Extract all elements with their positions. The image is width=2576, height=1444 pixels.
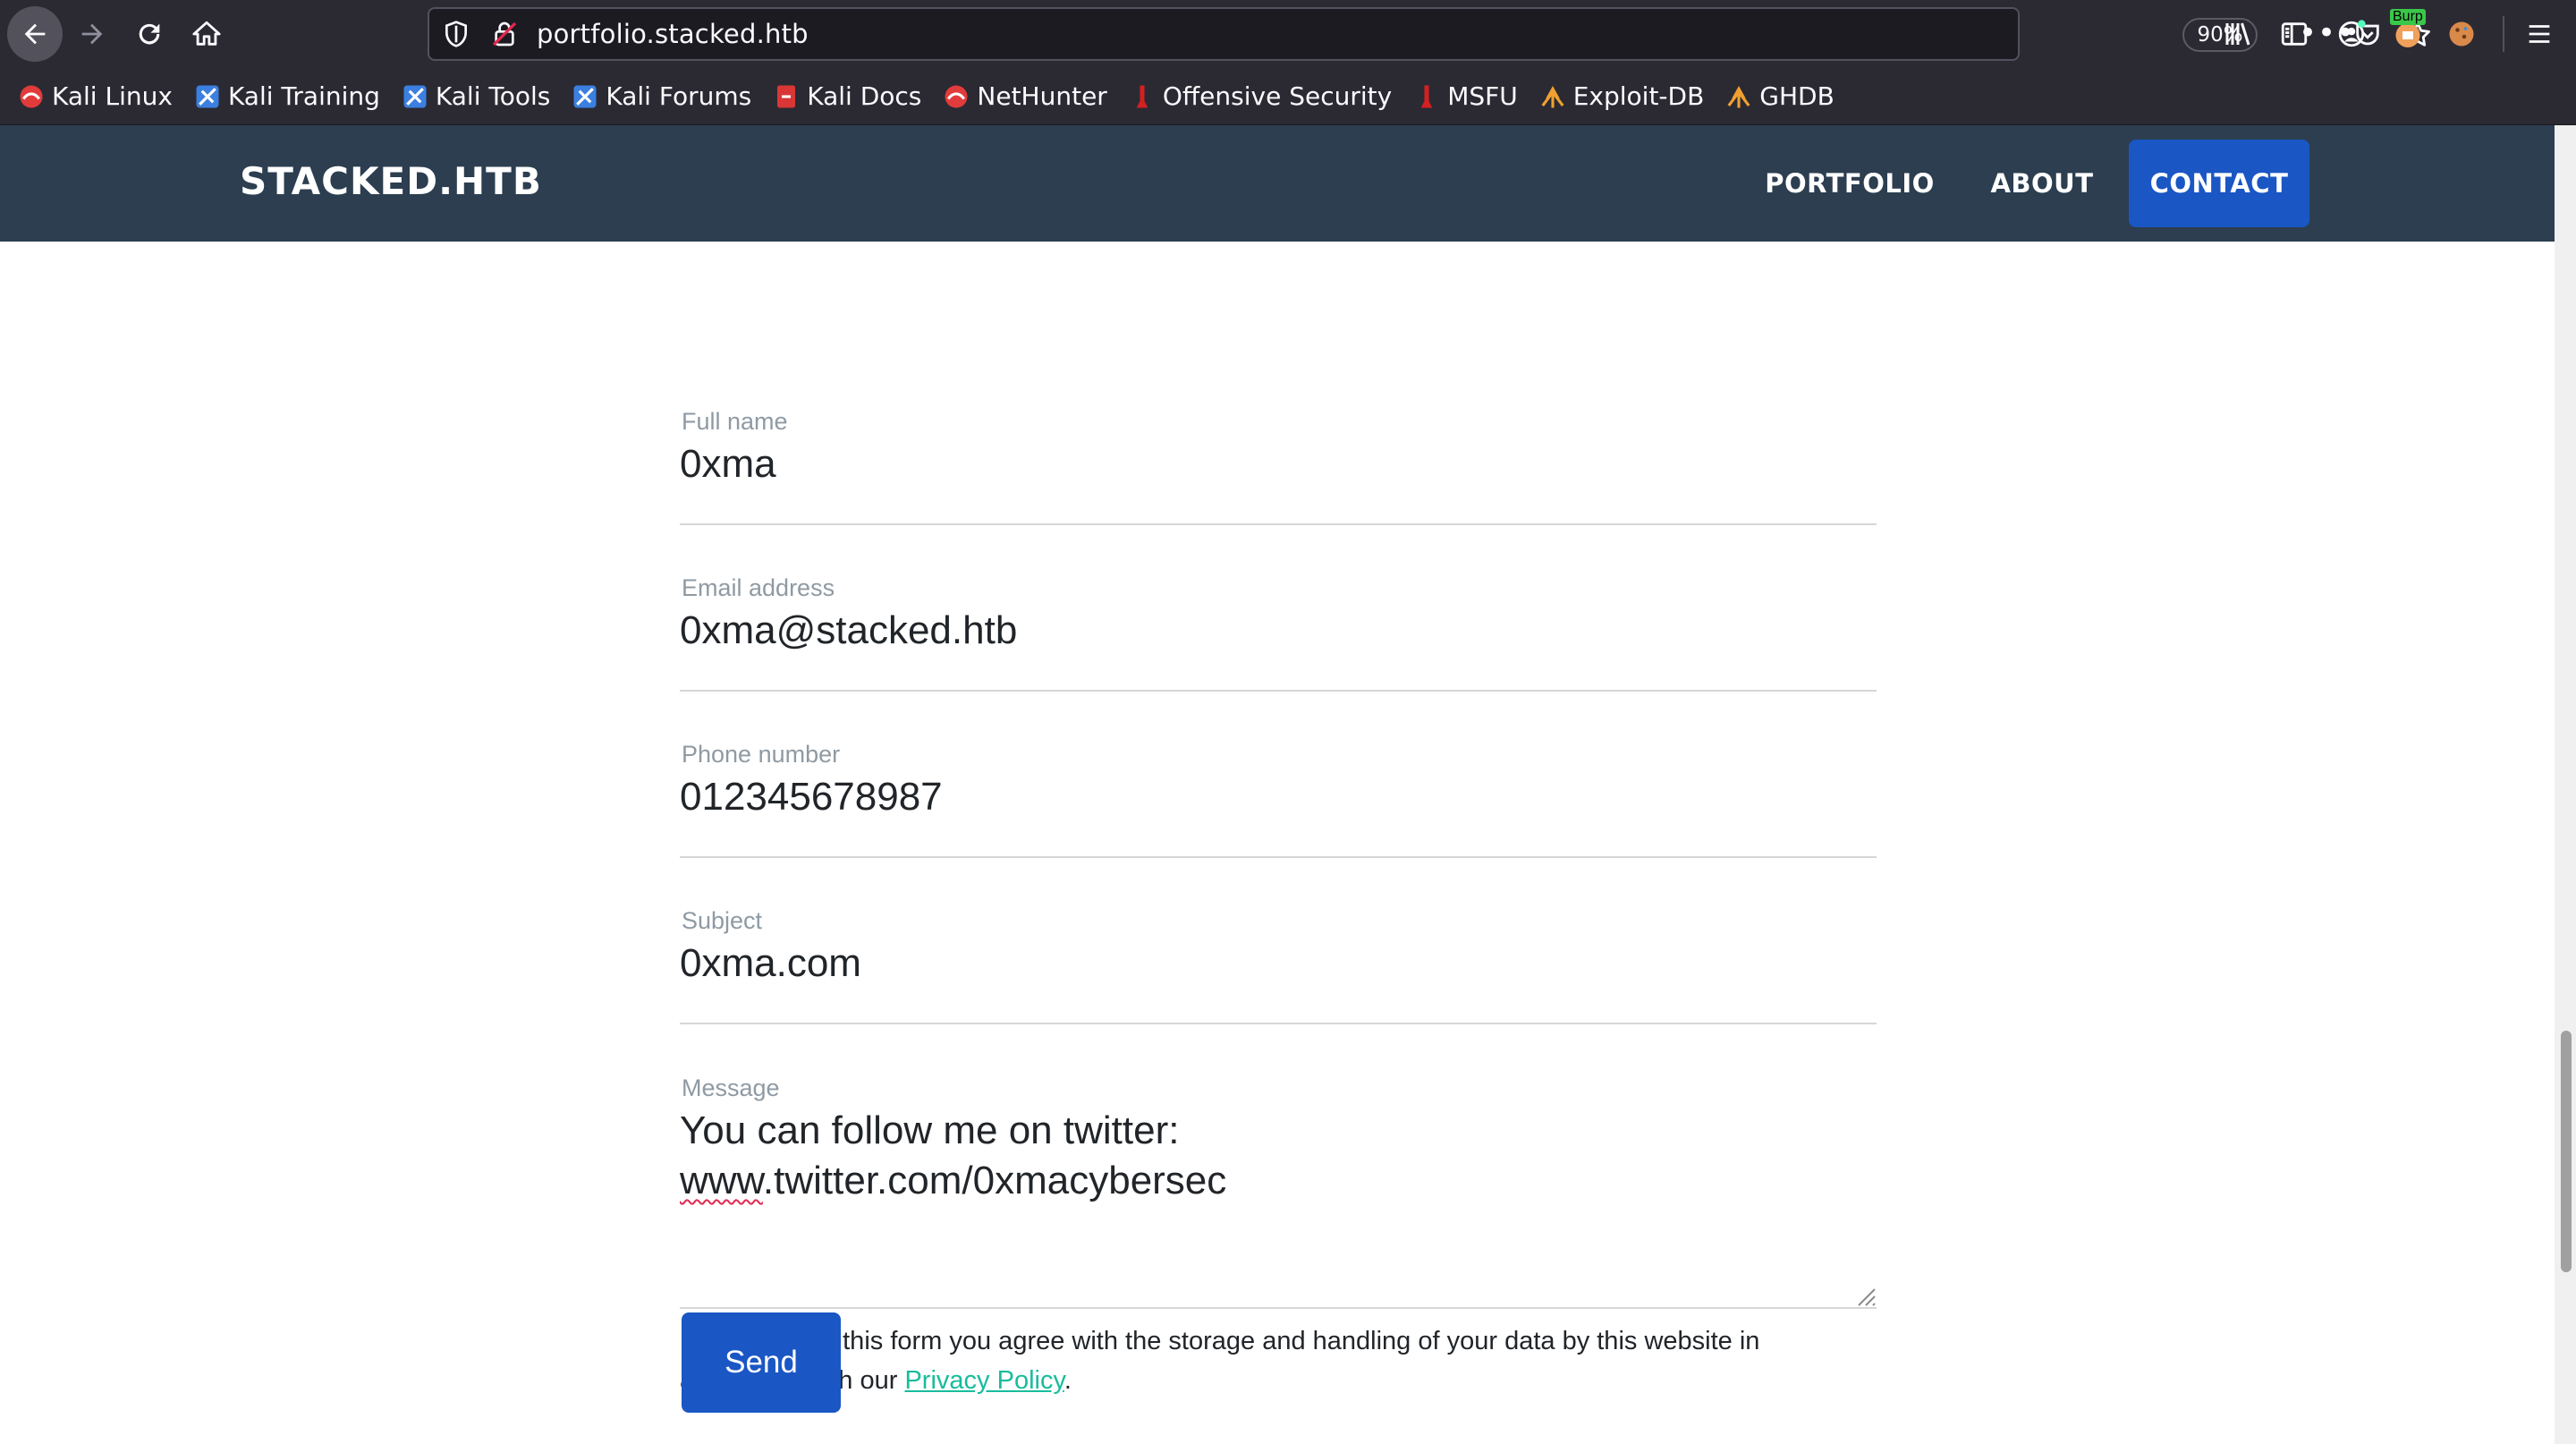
misspelled-word: www [680, 1159, 763, 1202]
bookmark-label: MSFU [1447, 81, 1518, 111]
kali-dragon-icon [20, 85, 43, 107]
bookmark-offensive-security[interactable]: Offensive Security [1129, 81, 1392, 111]
msfu-icon [1420, 85, 1433, 107]
bookmark-label: Kali Forums [606, 81, 752, 111]
ghdb-icon [1727, 85, 1750, 107]
message-line-1: You can follow me on twitter: [680, 1108, 1180, 1152]
kali-tools-icon [403, 85, 427, 107]
sidebar-icon[interactable] [2279, 19, 2309, 49]
bookmark-nethunter[interactable]: NetHunter [943, 81, 1107, 111]
reload-icon [139, 23, 160, 45]
browser-toolbar: portfolio.stacked.htb 90% ••• Burp [0, 0, 2576, 68]
bookmark-kali-tools[interactable]: Kali Tools [402, 81, 550, 111]
bookmark-label: Kali Tools [435, 81, 551, 111]
back-button[interactable] [7, 6, 63, 62]
scrollbar-thumb[interactable] [2561, 1031, 2572, 1272]
bookmark-label: Offensive Security [1162, 81, 1393, 111]
consent-body: By submitting this form you agree with t… [680, 1327, 1760, 1395]
privacy-policy-link[interactable]: Privacy Policy [904, 1366, 1063, 1395]
bookmark-kali-docs[interactable]: Kali Docs [773, 81, 921, 111]
home-icon [192, 21, 221, 46]
bookmark-msfu[interactable]: MSFU [1413, 81, 1518, 111]
textarea-resize-handle[interactable] [1850, 1280, 1877, 1307]
cookie-extension-icon[interactable] [2445, 18, 2478, 50]
menu-separator [2503, 16, 2504, 52]
offsec-icon [1136, 85, 1148, 107]
bookmark-kali-training[interactable]: Kali Training [194, 81, 380, 111]
forward-arrow-icon [81, 23, 103, 45]
insecure-lock-icon[interactable] [490, 20, 519, 48]
bookmark-kali-linux[interactable]: Kali Linux [18, 81, 173, 111]
nav-contact[interactable]: CONTACT [2129, 140, 2309, 227]
message-textarea[interactable]: You can follow me on twitter: www.twitte… [680, 1106, 1843, 1206]
forward-button[interactable] [64, 6, 120, 62]
message-label: Message [682, 1075, 780, 1101]
kali-docs-icon [777, 85, 796, 107]
home-button[interactable] [179, 6, 234, 62]
nav-portfolio[interactable]: PORTFOLIO [1758, 140, 1941, 227]
message-field[interactable]: Message You can follow me on twitter: ww… [680, 242, 1877, 1309]
account-icon[interactable] [2336, 19, 2367, 49]
tracking-protection-shield-icon[interactable] [442, 20, 470, 48]
kali-forums-icon [573, 85, 597, 107]
library-icon[interactable] [2222, 18, 2254, 50]
page-scrollbar[interactable] [2555, 125, 2576, 1444]
toolbar-right-icons: Burp [2222, 0, 2555, 68]
burp-extension[interactable]: Burp [2390, 9, 2426, 50]
bookmark-label: Kali Linux [52, 81, 173, 111]
nav-about[interactable]: ABOUT [1975, 140, 2109, 227]
bookmark-label: Kali Docs [807, 81, 922, 111]
bookmarks-toolbar: Kali Linux Kali Training Kali Tools Kali… [0, 68, 2576, 125]
page-viewport: STACKED.HTB PORTFOLIO ABOUT CONTACT Full… [0, 125, 2576, 1444]
bookmark-ghdb[interactable]: GHDB [1725, 81, 1835, 111]
exploit-db-icon [1541, 85, 1564, 107]
kali-training-icon [196, 85, 219, 107]
bookmark-label: Exploit-DB [1572, 81, 1705, 111]
reload-button[interactable] [122, 6, 177, 62]
bookmark-kali-forums[interactable]: Kali Forums [572, 81, 751, 111]
send-button[interactable]: Send [682, 1312, 841, 1413]
url-text[interactable]: portfolio.stacked.htb [537, 19, 809, 49]
bookmark-label: NetHunter [977, 81, 1107, 111]
url-bar[interactable]: portfolio.stacked.htb 90% ••• [428, 7, 2430, 61]
bookmark-label: Kali Training [227, 81, 380, 111]
site-brand[interactable]: STACKED.HTB [240, 159, 542, 203]
message-line-2-rest: .twitter.com/0xmacybersec [762, 1159, 1227, 1202]
bookmark-label: GHDB [1759, 81, 1835, 111]
consent-period: . [1063, 1366, 1072, 1395]
back-arrow-icon [24, 23, 46, 45]
burp-badge: Burp [2390, 9, 2426, 25]
site-navbar: STACKED.HTB PORTFOLIO ABOUT CONTACT [0, 125, 2555, 242]
consent-text: By submitting this form you agree with t… [680, 1321, 1877, 1400]
message-line-2: www.twitter.com/0xmacybersec [680, 1156, 1843, 1206]
nethunter-icon [945, 85, 968, 107]
bookmark-exploit-db[interactable]: Exploit-DB [1539, 81, 1705, 111]
hamburger-menu-icon[interactable] [2524, 19, 2555, 49]
url-security-icons [442, 20, 519, 48]
